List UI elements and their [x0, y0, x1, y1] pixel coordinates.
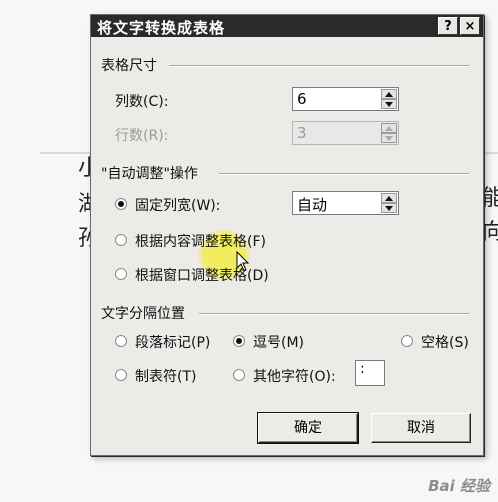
rows-label: 行数(R): — [115, 128, 169, 144]
group-divider — [199, 313, 469, 315]
fixed-width-value: 自动 — [297, 196, 328, 214]
dialog-title: 将文字转换成表格 — [97, 19, 226, 37]
group-divider — [219, 173, 469, 175]
autofit-group-label: "自动调整"操作 — [101, 166, 198, 182]
group-divider — [169, 65, 469, 67]
other-char-input[interactable]: : — [355, 360, 385, 386]
fit-content-radio[interactable] — [115, 234, 127, 246]
other-char-label: 其他字符(O): — [253, 369, 336, 385]
doc-char: 能 — [482, 186, 498, 211]
space-label: 空格(S) — [421, 335, 469, 351]
columns-label: 列数(C): — [115, 94, 169, 110]
rows-up-arrow-icon — [381, 123, 397, 133]
other-char-radio[interactable] — [233, 369, 245, 381]
columns-up-arrow-icon[interactable] — [381, 89, 397, 99]
rows-stepper: 3 — [292, 121, 399, 145]
paragraph-mark-radio[interactable] — [115, 335, 127, 347]
rows-down-arrow-icon — [381, 133, 397, 143]
watermark: Bai 经验 — [428, 477, 490, 495]
fixed-width-stepper[interactable]: 自动 — [292, 191, 399, 215]
fit-window-label: 根据窗口调整表格(D) — [135, 268, 269, 284]
rows-value: 3 — [297, 124, 307, 142]
fixed-width-down-arrow-icon[interactable] — [381, 203, 397, 213]
tab-radio[interactable] — [115, 369, 127, 381]
columns-down-arrow-icon[interactable] — [381, 99, 397, 109]
paragraph-mark-label: 段落标记(P) — [135, 335, 211, 351]
tab-label: 制表符(T) — [135, 369, 197, 385]
ok-button[interactable]: 确定 — [257, 412, 359, 444]
space-radio[interactable] — [401, 335, 413, 347]
fixed-width-up-arrow-icon[interactable] — [381, 193, 397, 203]
comma-radio[interactable] — [233, 335, 245, 347]
columns-value: 6 — [297, 90, 307, 108]
fixed-width-radio[interactable] — [115, 198, 127, 210]
table-size-group-label: 表格尺寸 — [101, 58, 157, 74]
dialog-titlebar[interactable]: 将文字转换成表格 ? × — [91, 15, 483, 37]
cancel-button[interactable]: 取消 — [371, 413, 471, 443]
convert-text-to-table-dialog: 将文字转换成表格 ? × 表格尺寸 列数(C): 6 行数(R): 3 "自动调… — [90, 14, 484, 456]
fit-content-label: 根据内容调整表格(F) — [135, 234, 266, 250]
comma-label: 逗号(M) — [253, 335, 305, 351]
doc-char: 向 — [482, 220, 498, 245]
separator-group-label: 文字分隔位置 — [101, 306, 185, 322]
help-button[interactable]: ? — [438, 17, 458, 35]
columns-stepper[interactable]: 6 — [292, 87, 399, 111]
close-button[interactable]: × — [460, 17, 480, 35]
fixed-width-label: 固定列宽(W): — [135, 198, 221, 214]
fit-window-radio[interactable] — [115, 268, 127, 280]
